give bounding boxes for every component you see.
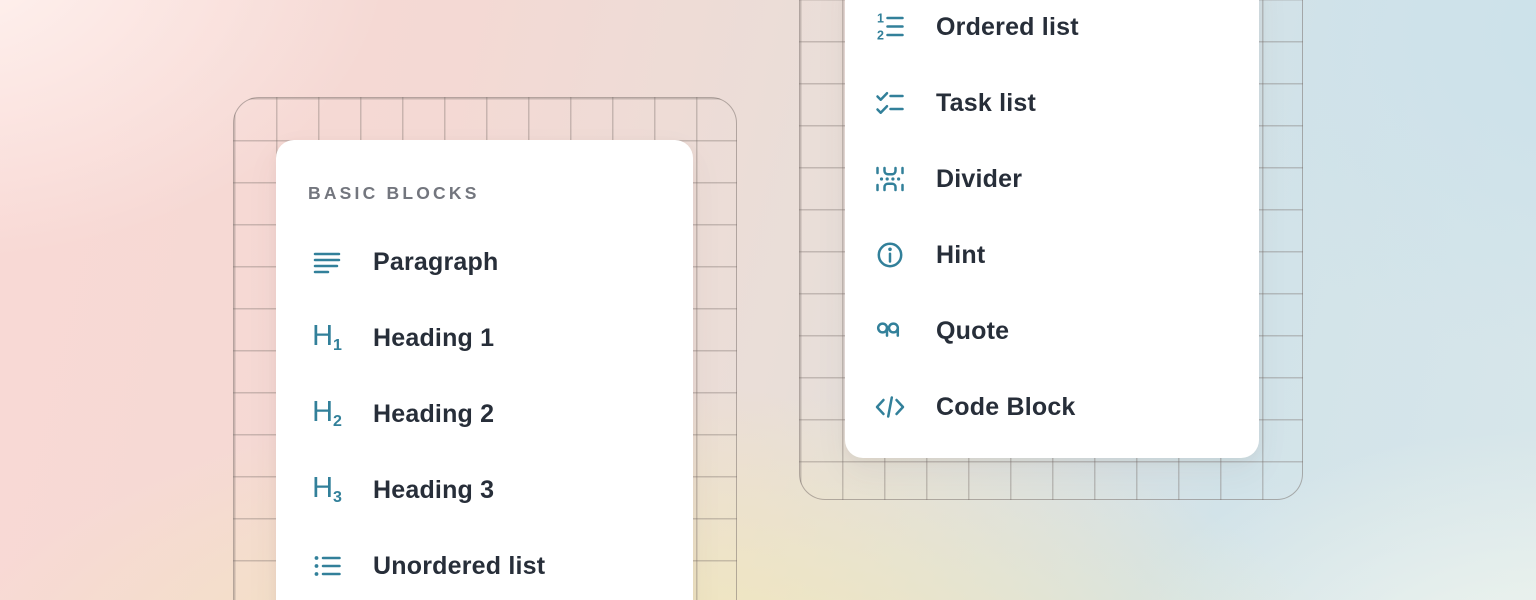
section-label-basic-blocks: BASIC BLOCKS: [308, 182, 693, 204]
menu-item-label: Code Block: [936, 393, 1076, 422]
menu-item-label: Task list: [936, 89, 1036, 118]
menu-item-heading-1[interactable]: H1 Heading 1: [308, 300, 693, 376]
menu-item-quote[interactable]: Quote: [871, 293, 1259, 369]
heading-1-icon: H1: [308, 319, 346, 357]
quote-icon: [871, 312, 909, 350]
heading-2-icon: H2: [308, 395, 346, 433]
task-list-icon: [871, 84, 909, 122]
paragraph-icon: [308, 243, 346, 281]
svg-text:2: 2: [877, 29, 884, 43]
menu-item-unordered-list[interactable]: Unordered list: [308, 528, 693, 600]
menu-item-label: Heading 3: [373, 476, 494, 505]
menu-item-divider[interactable]: Divider: [871, 141, 1259, 217]
divider-icon: [871, 160, 909, 198]
ordered-list-icon: 1 2: [871, 8, 909, 46]
blocks-menu-continued: 1 2 Ordered list Task list: [845, 0, 1259, 458]
menu-item-hint[interactable]: Hint: [871, 217, 1259, 293]
svg-text:1: 1: [877, 12, 884, 26]
basic-blocks-list: Paragraph H1 Heading 1 H2 Heading 2 H3 H…: [308, 224, 693, 600]
blocks-list: 1 2 Ordered list Task list: [871, 0, 1259, 445]
menu-item-label: Paragraph: [373, 248, 498, 277]
menu-item-label: Heading 2: [373, 400, 494, 429]
menu-item-heading-3[interactable]: H3 Heading 3: [308, 452, 693, 528]
unordered-list-icon: [308, 547, 346, 585]
hint-icon: [871, 236, 909, 274]
code-block-icon: [871, 388, 909, 426]
menu-item-code-block[interactable]: Code Block: [871, 369, 1259, 445]
menu-item-label: Quote: [936, 317, 1009, 346]
menu-item-task-list[interactable]: Task list: [871, 65, 1259, 141]
menu-item-label: Heading 1: [373, 324, 494, 353]
menu-item-heading-2[interactable]: H2 Heading 2: [308, 376, 693, 452]
menu-item-label: Unordered list: [373, 552, 545, 581]
heading-3-icon: H3: [308, 471, 346, 509]
basic-blocks-menu: BASIC BLOCKS Paragraph H1 Heading 1 H2: [276, 140, 693, 600]
menu-item-label: Divider: [936, 165, 1022, 194]
menu-item-ordered-list[interactable]: 1 2 Ordered list: [871, 0, 1259, 65]
menu-item-label: Hint: [936, 241, 985, 270]
menu-item-paragraph[interactable]: Paragraph: [308, 224, 693, 300]
page-background: BASIC BLOCKS Paragraph H1 Heading 1 H2: [0, 0, 1536, 600]
menu-item-label: Ordered list: [936, 13, 1079, 42]
